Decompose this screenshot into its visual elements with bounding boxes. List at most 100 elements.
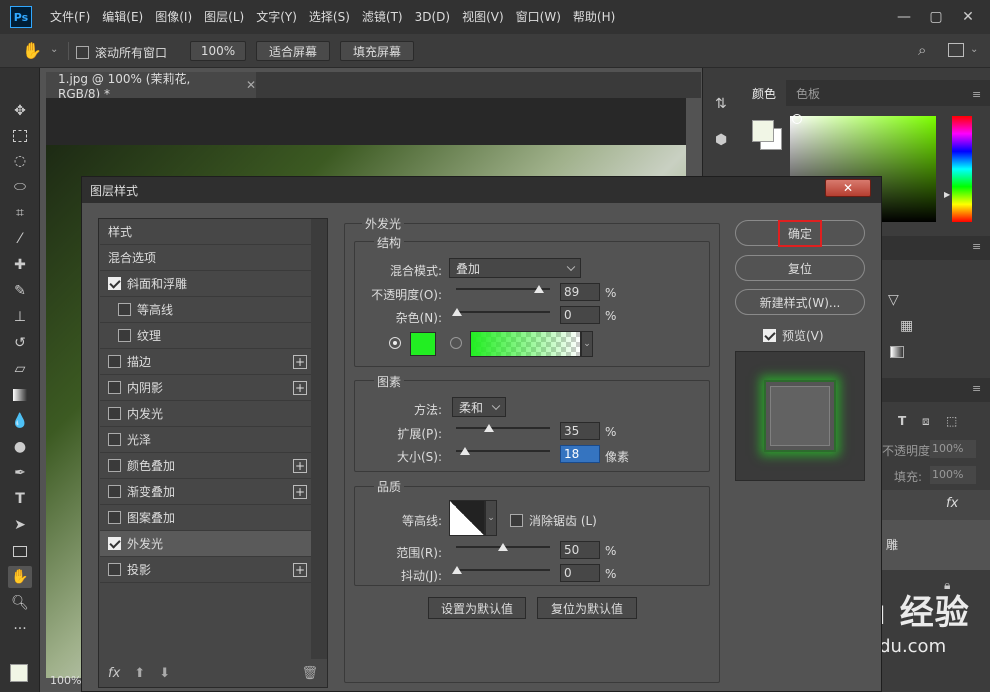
style-item-0[interactable]: 样式 — [100, 219, 311, 245]
fx-indicator-icon[interactable]: fx — [946, 496, 958, 511]
chevron-down-icon[interactable]: ⌄ — [50, 44, 58, 55]
quick-select-icon[interactable]: ⬭ — [8, 176, 32, 198]
menu-item-5[interactable]: 选择(S) — [303, 0, 356, 34]
more-tools-icon[interactable]: ··· — [8, 618, 32, 640]
foreground-color-swatch[interactable] — [10, 664, 28, 682]
style-item-10[interactable]: 渐变叠加 + — [100, 479, 311, 505]
contour-preview[interactable] — [449, 500, 485, 536]
add-style-instance-icon-9[interactable]: + — [293, 459, 307, 473]
menu-item-6[interactable]: 滤镜(T) — [356, 0, 409, 34]
style-item-12[interactable]: 外发光 — [100, 531, 311, 557]
menu-item-4[interactable]: 文字(Y) — [250, 0, 303, 34]
preview-checkbox[interactable] — [763, 329, 776, 342]
style-item-3[interactable]: 等高线 — [100, 297, 311, 323]
antialias-checkbox[interactable] — [510, 514, 523, 527]
reset-default-button[interactable]: 复位为默认值 — [537, 597, 637, 619]
pen-tool-icon[interactable]: ✒ — [8, 462, 32, 484]
eyedropper-icon[interactable]: ⁄ — [8, 228, 32, 250]
style-item-11[interactable]: 图案叠加 — [100, 505, 311, 531]
hue-slider-handle[interactable]: ▶ — [944, 190, 950, 199]
add-style-instance-icon-6[interactable]: + — [293, 381, 307, 395]
style-checkbox-4[interactable] — [118, 329, 131, 342]
search-icon[interactable]: ⌕ — [918, 41, 926, 59]
menu-item-0[interactable]: 文件(F) — [44, 0, 96, 34]
brush-tool-icon[interactable]: ✎ — [8, 280, 32, 302]
fill-screen-button[interactable]: 填充屏幕 — [340, 41, 414, 61]
fill-field[interactable]: 100% — [930, 466, 976, 484]
layer-effect-label[interactable]: 雕 — [886, 536, 898, 553]
add-style-instance-icon-10[interactable]: + — [293, 485, 307, 499]
style-item-13[interactable]: 投影 + — [100, 557, 311, 583]
size-input[interactable]: 18 — [560, 445, 600, 463]
shape-filter-icon[interactable]: ⧈ — [922, 414, 930, 429]
range-slider[interactable] — [456, 543, 550, 551]
style-checkbox-12[interactable] — [108, 537, 121, 550]
menu-item-8[interactable]: 视图(V) — [456, 0, 510, 34]
new-style-button[interactable]: 新建样式(W)... — [735, 289, 865, 315]
healing-brush-icon[interactable]: ✚ — [8, 254, 32, 276]
add-effect-icon[interactable]: fx — [108, 666, 120, 681]
menu-item-9[interactable]: 窗口(W) — [510, 0, 567, 34]
color-picker-cursor[interactable] — [792, 114, 802, 124]
workspace-chevron-icon[interactable]: ⌄ — [970, 44, 978, 55]
style-checkbox-10[interactable] — [108, 485, 121, 498]
adjustments-menu-icon[interactable]: ≡ — [972, 240, 981, 253]
zoom-tool-icon[interactable]: 🔍︎ — [8, 592, 32, 614]
style-item-9[interactable]: 颜色叠加 + — [100, 453, 311, 479]
range-input[interactable]: 50 — [560, 541, 600, 559]
menu-item-10[interactable]: 帮助(H) — [567, 0, 621, 34]
close-tab-icon[interactable]: ✕ — [246, 78, 256, 92]
opacity-slider[interactable] — [456, 285, 550, 293]
spread-input[interactable]: 35 — [560, 422, 600, 440]
marquee-tool-icon[interactable] — [8, 125, 32, 147]
maximize-icon[interactable]: ▢ — [920, 6, 952, 28]
gradient-radio[interactable] — [450, 337, 462, 349]
panel-fg-swatch[interactable] — [752, 120, 774, 142]
noise-slider-thumb[interactable] — [452, 308, 462, 316]
style-item-8[interactable]: 光泽 — [100, 427, 311, 453]
gradient-tool-icon[interactable] — [8, 384, 32, 406]
jitter-slider[interactable] — [452, 566, 550, 574]
type-tool-icon[interactable]: T — [8, 488, 32, 510]
opacity-input[interactable]: 89 — [560, 283, 600, 301]
rectangle-tool-icon[interactable] — [8, 540, 32, 562]
gradient-dropdown-icon[interactable]: ⌄ — [581, 331, 593, 357]
grid-icon[interactable]: ▦ — [900, 318, 913, 334]
style-checkbox-11[interactable] — [108, 511, 121, 524]
antialias-option[interactable]: 消除锯齿 (L) — [510, 512, 597, 529]
scroll-all-windows[interactable]: 滚动所有窗口 — [76, 44, 167, 61]
style-checkbox-9[interactable] — [108, 459, 121, 472]
style-checkbox-6[interactable] — [108, 381, 121, 394]
style-checkbox-13[interactable] — [108, 563, 121, 576]
gradient-map-icon[interactable] — [890, 346, 904, 358]
stamp-tool-icon[interactable]: ⊥ — [8, 306, 32, 328]
add-style-instance-icon-5[interactable]: + — [293, 355, 307, 369]
fit-screen-button[interactable]: 适合屏幕 — [256, 41, 330, 61]
opacity-slider-thumb[interactable] — [534, 285, 544, 293]
style-checkbox-5[interactable] — [108, 355, 121, 368]
close-window-icon[interactable]: ✕ — [952, 6, 984, 28]
contour-dropdown-icon[interactable]: ⌄ — [485, 500, 497, 536]
history-panel-icon[interactable]: ⇅ — [715, 96, 727, 112]
dialog-close-button[interactable]: ✕ — [825, 179, 871, 197]
hand-tool-icon[interactable]: ✋ — [8, 566, 32, 588]
hand-tool-icon[interactable]: ✋ — [22, 41, 42, 60]
tab-swatches[interactable]: 色板 — [786, 80, 830, 106]
style-checkbox-8[interactable] — [108, 433, 121, 446]
smart-filter-icon[interactable]: ⬚ — [946, 414, 957, 428]
lasso-tool-icon[interactable]: ◌ — [8, 150, 32, 172]
glow-color-swatch[interactable] — [410, 332, 436, 356]
crop-tool-icon[interactable]: ⌗ — [8, 202, 32, 224]
spread-slider-thumb[interactable] — [484, 424, 494, 432]
path-select-icon[interactable]: ➤ — [8, 514, 32, 536]
document-tab[interactable]: 1.jpg @ 100% (茉莉花, RGB/8) * ✕ — [46, 72, 256, 101]
style-item-1[interactable]: 混合选项 — [100, 245, 311, 271]
delete-effect-icon[interactable]: 🗑︎ — [301, 666, 318, 681]
reset-button[interactable]: 复位 — [735, 255, 865, 281]
menu-item-2[interactable]: 图像(I) — [149, 0, 198, 34]
style-item-4[interactable]: 纹理 — [100, 323, 311, 349]
style-item-7[interactable]: 内发光 — [100, 401, 311, 427]
range-slider-thumb[interactable] — [498, 543, 508, 551]
noise-input[interactable]: 0 — [560, 306, 600, 324]
style-list-scrollbar[interactable] — [311, 219, 327, 659]
